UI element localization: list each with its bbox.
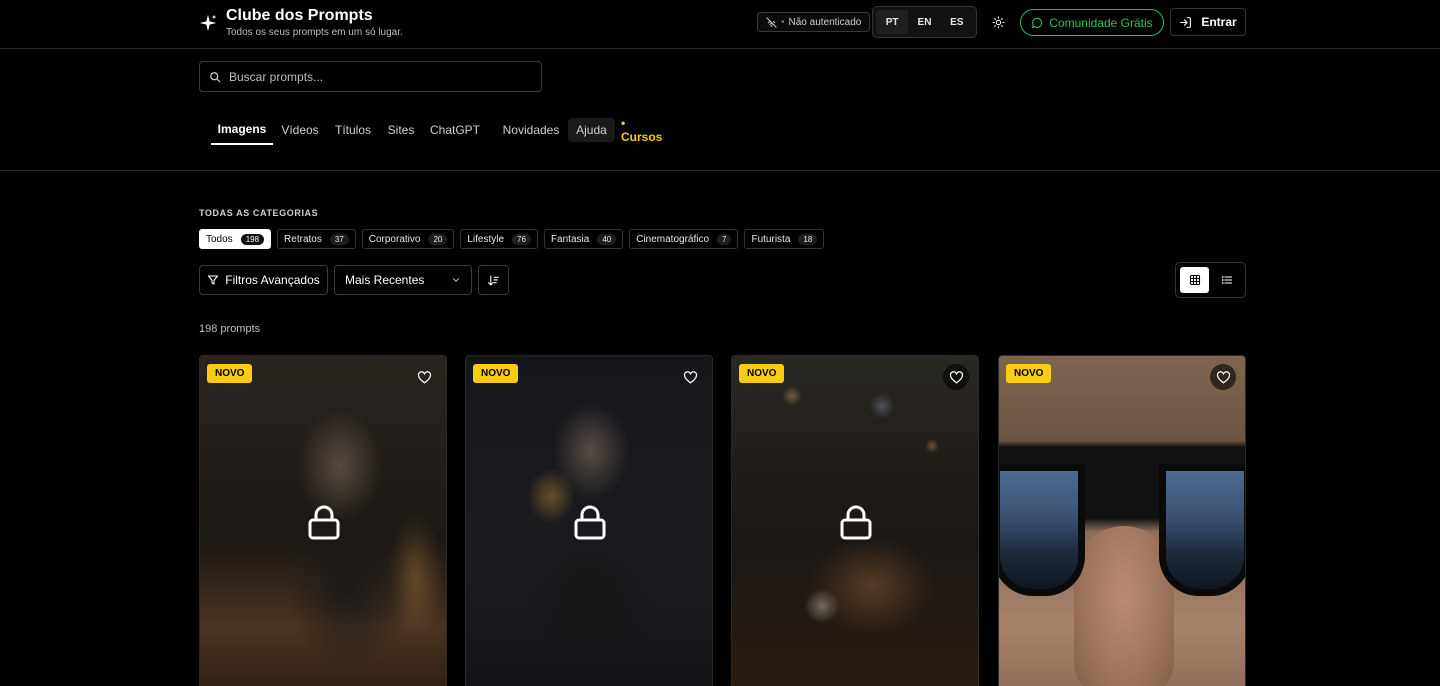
- lang-pt-button[interactable]: PT: [876, 10, 909, 34]
- brand[interactable]: Clube dos Prompts Todos os seus prompts …: [199, 7, 403, 40]
- lock-icon: [308, 505, 340, 540]
- heart-icon: [1216, 370, 1230, 383]
- chip-count: 198: [240, 233, 265, 245]
- sort-order-button[interactable]: [478, 265, 509, 295]
- chip-label: Cinematográfico: [636, 233, 710, 245]
- list-view-button[interactable]: [1212, 267, 1241, 293]
- filter-label: Filtros Avançados: [225, 273, 320, 287]
- new-badge: NOVO: [473, 364, 519, 383]
- tab-cursos[interactable]: • Cursos: [621, 115, 669, 145]
- new-badge: NOVO: [207, 364, 253, 383]
- login-button[interactable]: Entrar: [1170, 8, 1246, 36]
- wifi-off-icon: [766, 16, 777, 28]
- heart-icon: [417, 370, 431, 383]
- prompt-card[interactable]: NOVO: [998, 355, 1246, 686]
- chip-count: 37: [329, 233, 349, 245]
- tab-novidades[interactable]: Novidades: [500, 115, 562, 145]
- brand-subtitle: Todos os seus prompts em um só lugar.: [226, 27, 403, 38]
- tab-ajuda[interactable]: Ajuda: [568, 118, 615, 142]
- search-box: [199, 61, 542, 92]
- sort-value: Mais Recentes: [345, 273, 425, 287]
- heart-icon: [683, 370, 697, 383]
- thumbnail-detail: [999, 464, 1085, 596]
- prompt-thumbnail: [999, 356, 1245, 686]
- sort-descending-icon: [488, 275, 499, 285]
- theme-toggle-button[interactable]: [989, 13, 1007, 31]
- results-count: 198 prompts: [199, 323, 261, 335]
- tab-chatgpt[interactable]: ChatGPT: [429, 115, 481, 145]
- lock-icon: [574, 505, 606, 540]
- category-chip-retratos[interactable]: Retratos 37: [277, 229, 356, 249]
- auth-status-text: Não autenticado: [788, 16, 862, 28]
- chip-count: 20: [428, 233, 448, 245]
- chip-count: 18: [798, 233, 818, 245]
- language-switcher: PT EN ES: [872, 6, 977, 38]
- chip-count: 7: [717, 233, 732, 245]
- chip-label: Retratos: [284, 233, 322, 245]
- category-chip-fantasia[interactable]: Fantasia 40: [543, 229, 624, 249]
- prompt-card[interactable]: NOVO: [731, 355, 979, 686]
- prompt-card[interactable]: NOVO: [465, 355, 713, 686]
- chip-label: Fantasia: [550, 233, 590, 245]
- tab-videos[interactable]: Vídeos: [279, 115, 321, 145]
- filter-icon: [208, 275, 219, 285]
- category-chip-corporativo[interactable]: Corporativo 20: [361, 229, 455, 249]
- favorite-button[interactable]: [677, 364, 703, 390]
- sun-icon: [992, 16, 1004, 28]
- lock-icon: [840, 505, 872, 540]
- search-icon: [210, 71, 221, 82]
- heart-icon: [949, 370, 963, 383]
- favorite-button[interactable]: [943, 364, 969, 390]
- favorite-button[interactable]: [1210, 364, 1236, 390]
- advanced-filters-button[interactable]: Filtros Avançados: [199, 265, 328, 295]
- lang-en-button[interactable]: EN: [908, 10, 940, 34]
- auth-status-badge: • Não autenticado: [757, 12, 871, 32]
- community-label: Comunidade Grátis: [1049, 15, 1153, 30]
- category-chip-todos[interactable]: Todos 198: [199, 229, 272, 249]
- chip-label: Futurista: [751, 233, 791, 245]
- grid-view-button[interactable]: [1180, 267, 1209, 293]
- categories-heading: TODAS AS CATEGORIAS: [199, 208, 319, 218]
- chip-count: 40: [597, 233, 617, 245]
- community-button[interactable]: Comunidade Grátis: [1020, 9, 1164, 36]
- grid-icon: [1189, 274, 1200, 286]
- top-header: Clube dos Prompts Todos os seus prompts …: [0, 0, 1440, 49]
- chip-label: Todos: [206, 233, 233, 245]
- chip-count: 76: [512, 233, 531, 245]
- content-type-tabs: Imagens Vídeos Títulos Sites ChatGPT Nov…: [199, 115, 1249, 145]
- chat-bubble-icon: [1032, 17, 1043, 28]
- chip-label: Corporativo: [368, 233, 421, 245]
- tab-titulos[interactable]: Títulos: [332, 115, 374, 145]
- chevron-down-icon: [452, 278, 460, 282]
- lang-es-button[interactable]: ES: [941, 10, 973, 34]
- brand-title: Clube dos Prompts: [226, 7, 373, 24]
- thumbnail-detail: [1159, 464, 1245, 596]
- tab-imagens[interactable]: Imagens: [211, 115, 273, 145]
- view-mode-toggle: [1175, 262, 1246, 298]
- dot-separator: •: [781, 16, 785, 28]
- category-chip-futurista[interactable]: Futurista 18: [744, 229, 825, 249]
- favorite-button[interactable]: [411, 364, 437, 390]
- category-chip-cinematografico[interactable]: Cinematográfico 7: [629, 229, 739, 249]
- search-input[interactable]: [229, 69, 519, 84]
- login-label: Entrar: [1201, 15, 1237, 29]
- sort-select[interactable]: Mais Recentes: [334, 265, 472, 295]
- sparkle-icon: [199, 14, 217, 32]
- new-badge: NOVO: [739, 364, 785, 383]
- login-icon: [1180, 16, 1192, 28]
- chip-label: Lifestyle: [467, 233, 505, 245]
- category-chip-lifestyle[interactable]: Lifestyle 76: [460, 229, 538, 249]
- prompt-card[interactable]: NOVO: [199, 355, 447, 686]
- nav-divider: [0, 170, 1440, 171]
- new-badge: NOVO: [1006, 364, 1052, 383]
- tab-sites[interactable]: Sites: [385, 115, 417, 145]
- list-icon: [1221, 276, 1232, 284]
- category-chips: Todos 198 Retratos 37 Corporativo 20 Lif…: [199, 229, 825, 249]
